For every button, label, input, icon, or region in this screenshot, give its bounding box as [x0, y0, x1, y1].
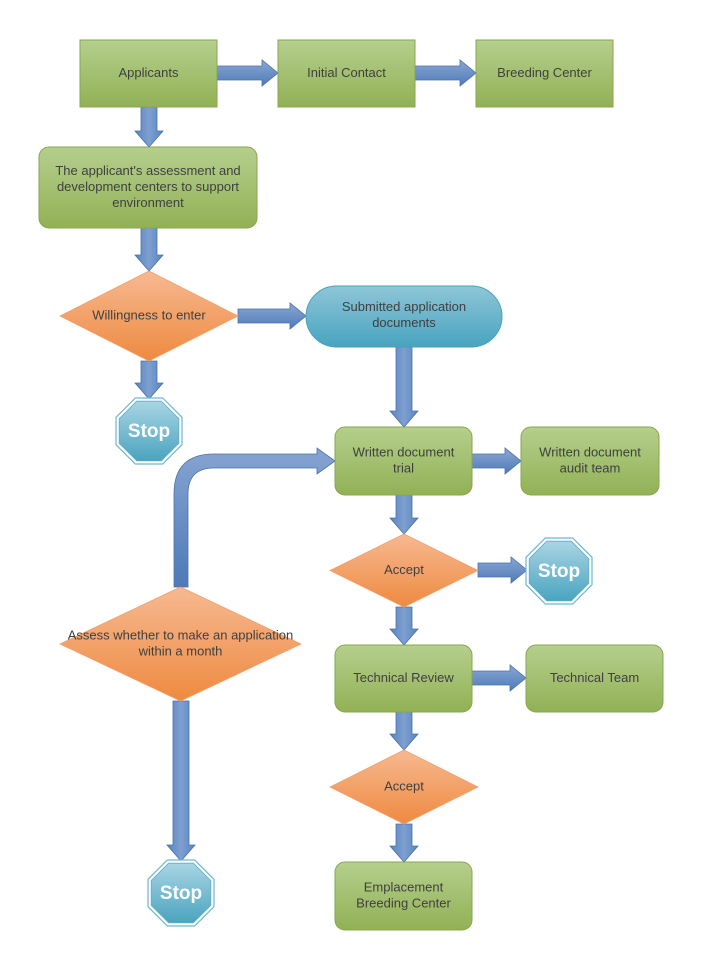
node-label: development centers to support: [57, 179, 239, 194]
node-submitted[interactable]: Submitted applicationdocuments: [305, 285, 503, 348]
node-stop1[interactable]: Stop: [115, 397, 183, 465]
node-label: Stop: [160, 883, 202, 904]
node-willingness[interactable]: Willingness to enter: [59, 270, 239, 362]
node-label: The applicant's assessment and: [55, 163, 240, 178]
node-label: Written document: [539, 444, 641, 459]
arrow-assess-to-stop: [166, 700, 196, 862]
node-label: Accept: [384, 562, 424, 577]
arrow-assessment-to-willingness: [134, 227, 164, 272]
arrow-technical-review-to-accept: [389, 711, 419, 751]
node-written-trial[interactable]: Written documenttrial: [334, 426, 473, 496]
node-label: Accept: [384, 778, 424, 793]
arrow-accept-to-technical-review: [389, 606, 419, 646]
arrow-applicants-to-assessment: [134, 106, 164, 148]
arrow-willingness-to-stop: [134, 360, 164, 400]
arrow-submitted-to-written-trial: [389, 346, 419, 428]
node-label: audit team: [560, 460, 621, 475]
node-assessment[interactable]: The applicant's assessment anddevelopmen…: [38, 146, 258, 229]
node-label: environment: [112, 195, 184, 210]
node-label: Breeding Center: [356, 895, 451, 910]
node-label: Stop: [128, 421, 170, 442]
node-accept1[interactable]: Accept: [329, 533, 479, 608]
node-label: Assess whether to make an application: [68, 627, 293, 642]
node-audit-team[interactable]: Written documentaudit team: [520, 426, 660, 496]
node-technical-review[interactable]: Technical Review: [334, 644, 473, 713]
arrow-applicants-to-initial-contact: [216, 59, 279, 87]
node-accept2[interactable]: Accept: [329, 749, 479, 825]
node-label: Willingness to enter: [92, 307, 206, 322]
node-breeding-center[interactable]: Breeding Center: [475, 39, 614, 108]
node-initial-contact[interactable]: Initial Contact: [277, 39, 416, 108]
node-stop3[interactable]: Stop: [147, 859, 215, 927]
node-label: Breeding Center: [497, 65, 592, 80]
node-label: Submitted application: [342, 299, 466, 314]
node-label: Applicants: [119, 65, 179, 80]
node-assess-month[interactable]: Assess whether to make an applicationwit…: [59, 586, 302, 702]
node-label: Initial Contact: [307, 65, 386, 80]
arrow-written-trial-to-accept: [389, 494, 419, 535]
node-emplacement[interactable]: EmplacementBreeding Center: [334, 861, 473, 931]
arrow-technical-review-to-technical-team: [471, 664, 527, 692]
arrow-initial-contact-to-breeding-center: [414, 59, 477, 87]
node-label: Technical Team: [550, 670, 639, 685]
node-label: within a month: [138, 643, 223, 658]
node-label: Emplacement: [364, 879, 444, 894]
arrow-written-trial-to-audit-team: [471, 447, 522, 475]
node-applicants[interactable]: Applicants: [79, 39, 218, 108]
node-label: Technical Review: [353, 670, 454, 685]
node-label: documents: [372, 315, 436, 330]
arrow-willingness-to-submitted: [237, 302, 307, 330]
node-stop2[interactable]: Stop: [525, 537, 593, 605]
arrow-accept-to-stop: [477, 556, 528, 584]
arrow-assess-to-written-trial: [173, 447, 336, 588]
arrow-accept-to-emplacement: [389, 823, 419, 863]
nodes: Applicants Initial Contact Breeding Center…: [38, 39, 664, 931]
node-label: trial: [393, 460, 414, 475]
flowchart-canvas: Applicants Initial Contact Breeding Center…: [38, 39, 664, 931]
node-technical-team[interactable]: Technical Team: [525, 644, 664, 713]
node-label: Stop: [538, 561, 580, 582]
node-label: Written document: [353, 444, 455, 459]
